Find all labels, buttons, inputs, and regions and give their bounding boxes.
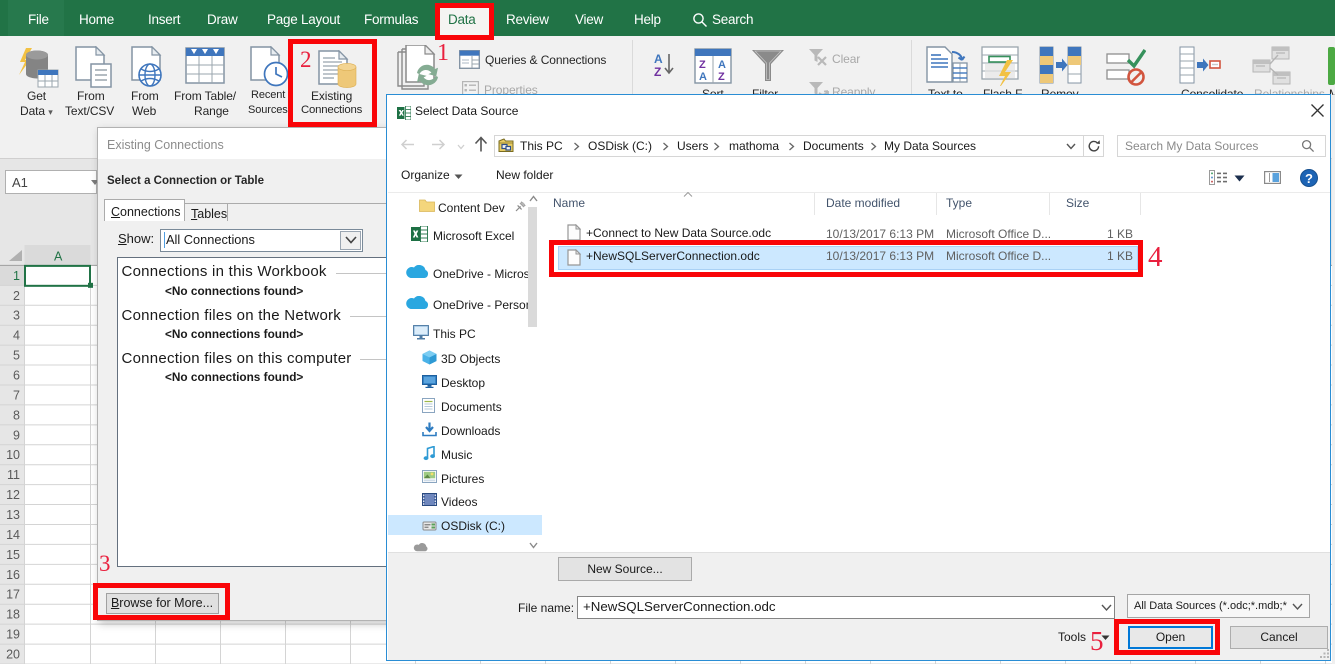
svg-text:19: 19 <box>6 628 20 642</box>
svg-text:A: A <box>54 250 63 264</box>
svg-text:10: 10 <box>6 448 20 462</box>
svg-text:17: 17 <box>6 588 20 602</box>
svg-text:4: 4 <box>13 329 20 343</box>
svg-text:13: 13 <box>6 508 20 522</box>
svg-text:11: 11 <box>7 468 20 482</box>
svg-text:Z: Z <box>718 71 725 83</box>
svg-text:Z: Z <box>699 59 706 71</box>
svg-text:20: 20 <box>6 648 20 662</box>
svg-text:12: 12 <box>6 488 20 502</box>
svg-text:2: 2 <box>13 289 20 303</box>
svg-text:5: 5 <box>13 349 20 363</box>
svg-text:16: 16 <box>6 568 20 582</box>
svg-text:A: A <box>699 71 707 83</box>
svg-text:A: A <box>718 59 726 71</box>
svg-text:Z: Z <box>654 65 661 78</box>
svg-text:7: 7 <box>13 388 20 402</box>
svg-text:1: 1 <box>13 269 20 283</box>
svg-text:18: 18 <box>6 608 20 622</box>
svg-text:15: 15 <box>6 548 20 562</box>
svg-text:A: A <box>654 52 663 66</box>
svg-text:14: 14 <box>6 528 20 542</box>
svg-text:9: 9 <box>13 428 20 442</box>
svg-text:3: 3 <box>13 309 20 323</box>
svg-text:8: 8 <box>13 408 20 422</box>
svg-text:6: 6 <box>13 369 20 383</box>
